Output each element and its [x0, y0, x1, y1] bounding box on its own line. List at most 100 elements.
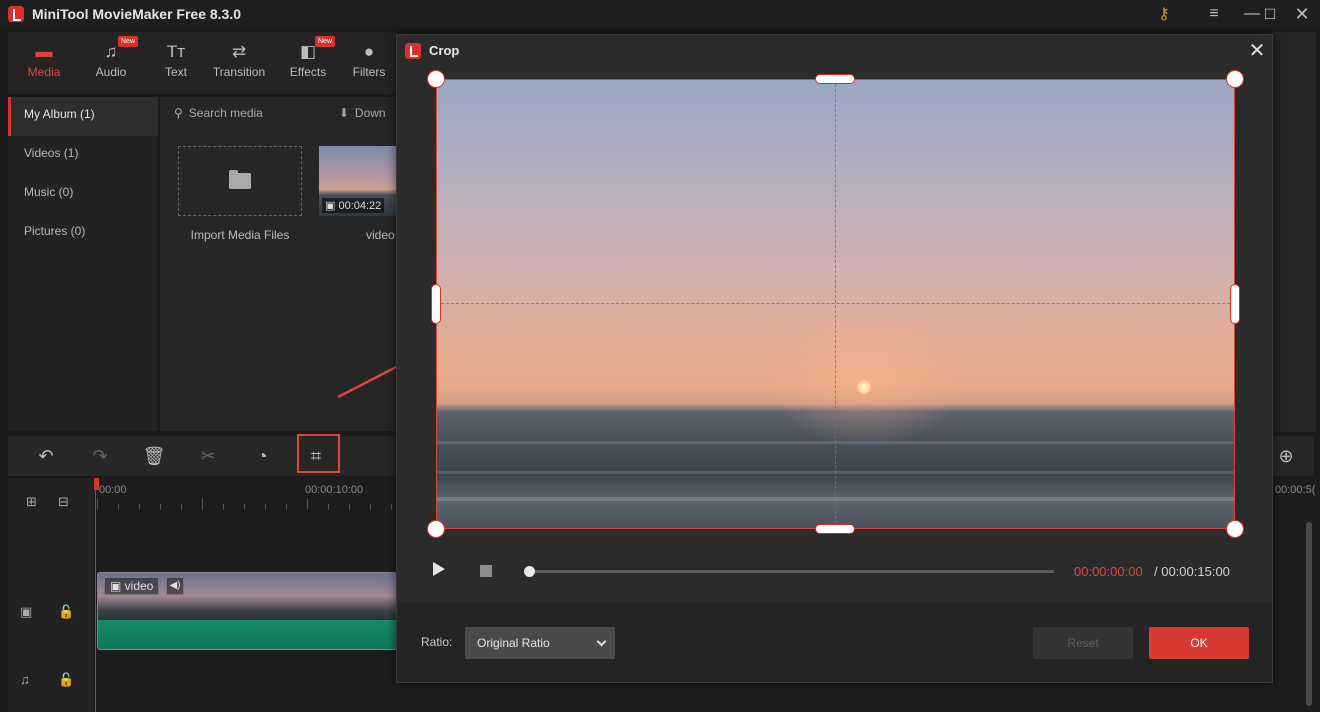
text-icon: Tт: [166, 42, 186, 61]
sidebar-item-music[interactable]: Music (0): [8, 175, 158, 214]
seek-bar[interactable]: [528, 570, 1054, 573]
crop-handle-bottom-right[interactable]: [1226, 520, 1244, 538]
close-icon[interactable]: ✕: [1245, 39, 1269, 63]
video-thumbnail[interactable]: ▣ 00:04:22: [319, 146, 396, 216]
tab-text-label: Text: [164, 65, 187, 79]
video-clip[interactable]: ▣ video ◀): [97, 572, 397, 650]
tab-effects[interactable]: New ◧ Effects: [276, 32, 340, 94]
properties-panel: [1272, 32, 1316, 432]
total-time: / 00:00:15:00: [1154, 564, 1230, 579]
video-duration-text: 00:04:22: [338, 200, 382, 212]
crop-handle-top-left[interactable]: [427, 70, 445, 88]
close-window-icon[interactable]: ✕: [1284, 0, 1320, 28]
transition-arrows-icon: ⇄: [231, 42, 247, 61]
ruler-tick: [370, 504, 371, 510]
volume-icon[interactable]: ◀): [166, 577, 184, 595]
tab-transition-label: Transition: [212, 65, 266, 79]
timeline-scrollbar[interactable]: [1306, 522, 1312, 706]
download-icon: ⬇: [338, 106, 349, 120]
add-track-icon[interactable]: ⊞: [26, 494, 37, 510]
ruler-label: 00:00: [99, 484, 127, 496]
crop-dialog-footer: Ratio: Original Ratio Reset OK: [397, 603, 1272, 682]
audio-track-icon: ♫: [20, 672, 30, 687]
crop-button-highlight: [297, 434, 340, 473]
lock-icon[interactable]: 🔓: [58, 604, 74, 620]
sidebar-item-my-album[interactable]: My Album (1): [8, 97, 158, 136]
ok-button[interactable]: OK: [1149, 627, 1249, 659]
new-badge: New: [315, 36, 336, 47]
ruler-label: 00:00:10:00: [305, 484, 364, 496]
speed-icon[interactable]: ◔: [242, 436, 282, 476]
maximize-icon[interactable]: ☐: [1252, 0, 1288, 28]
folder-icon: [229, 170, 251, 189]
play-icon[interactable]: [433, 562, 445, 576]
crop-handle-right[interactable]: [1230, 284, 1240, 324]
new-badge: New: [118, 36, 139, 47]
lock-icon[interactable]: 🔓: [58, 672, 74, 688]
reset-button[interactable]: Reset: [1033, 627, 1133, 659]
download-link[interactable]: Down: [355, 106, 386, 120]
ruler-tick: [118, 504, 119, 510]
search-input[interactable]: Search media: [189, 106, 263, 120]
ruler-tick: [286, 504, 287, 510]
playhead[interactable]: [95, 478, 96, 712]
chevron-down-icon: [596, 636, 607, 647]
media-sidebar: My Album (1) Videos (1) Music (0) Pictur…: [8, 97, 158, 431]
remove-track-icon[interactable]: ⊟: [58, 494, 69, 510]
video-duration: ▣ 00:04:22: [322, 198, 385, 213]
crop-guide-horizontal: [436, 303, 1235, 304]
stop-icon[interactable]: [480, 565, 492, 577]
crop-handle-bottom[interactable]: [815, 524, 855, 534]
sidebar-item-pictures[interactable]: Pictures (0): [8, 214, 158, 253]
clip-label-text: video: [124, 579, 154, 593]
ruler-tick: [160, 504, 161, 510]
crop-handle-top[interactable]: [815, 74, 855, 84]
tab-media[interactable]: ▬ Media: [12, 32, 76, 94]
tab-filters-label: Filters: [352, 65, 386, 79]
tab-text[interactable]: Tт Text: [144, 32, 208, 94]
crop-handle-left[interactable]: [431, 284, 441, 324]
ruler-tick: [181, 504, 182, 510]
crop-handle-top-right[interactable]: [1226, 70, 1244, 88]
seek-handle[interactable]: [524, 566, 535, 577]
ruler-tick: [244, 504, 245, 510]
ratio-dropdown-value: Original Ratio: [477, 636, 550, 650]
main-toolbar: ▬ Media New ♫ Audio Tт Text ⇄ Transition…: [8, 32, 396, 94]
ruler-tick: [349, 504, 350, 510]
split-icon[interactable]: ✂: [188, 436, 228, 476]
import-media-button[interactable]: [178, 146, 302, 216]
app-title: MiniTool MovieMaker Free 8.3.0: [32, 6, 242, 22]
tab-audio-label: Audio: [95, 65, 127, 79]
redo-icon[interactable]: ↷: [80, 436, 120, 476]
search-icon: ⚲: [174, 106, 183, 120]
ratio-label: Ratio:: [421, 635, 453, 649]
undo-icon[interactable]: ↶: [26, 436, 66, 476]
ruler-tick: [391, 504, 392, 510]
playhead-handle[interactable]: [94, 478, 99, 490]
ruler-label: 00:00:5(: [1275, 484, 1316, 496]
ratio-dropdown[interactable]: Original Ratio: [465, 627, 615, 659]
key-icon[interactable]: ⚷: [1146, 0, 1182, 28]
tab-transition[interactable]: ⇄ Transition: [207, 32, 271, 94]
track-headers: ⊞ ⊟ ▣ 🔓 ♫ 🔓: [8, 478, 94, 712]
ruler-tick: [97, 498, 98, 510]
tab-audio[interactable]: New ♫ Audio: [79, 32, 143, 94]
app-window: MiniTool MovieMaker Free 8.3.0 ⚷ ≡ — ☐ ✕…: [0, 0, 1320, 712]
ruler-tick: [328, 504, 329, 510]
ruler-tick: [307, 498, 308, 510]
sidebar-item-videos[interactable]: Videos (1): [8, 136, 158, 175]
ruler-tick: [202, 498, 203, 510]
clip-label: ▣ video: [104, 577, 160, 595]
crop-dialog-logo-icon: [405, 43, 421, 59]
tab-filters[interactable]: ● Filters: [342, 32, 396, 94]
menu-icon[interactable]: ≡: [1196, 0, 1232, 28]
media-library: ⚲ Search media ⬇ Down Import Media Files…: [160, 97, 396, 431]
delete-icon[interactable]: 🗑: [134, 436, 174, 476]
title-bar: MiniTool MovieMaker Free 8.3.0 ⚷ ≡ — ☐ ✕: [0, 0, 1320, 28]
ruler-tick: [265, 504, 266, 510]
crop-dialog: Crop ✕ 00:00:00:00 / 00:00:15:00 Ratio: …: [396, 34, 1273, 683]
crop-dialog-title: Crop: [429, 43, 460, 58]
ruler-tick: [139, 504, 140, 510]
current-time: 00:00:00:00: [1074, 564, 1143, 579]
crop-handle-bottom-left[interactable]: [427, 520, 445, 538]
